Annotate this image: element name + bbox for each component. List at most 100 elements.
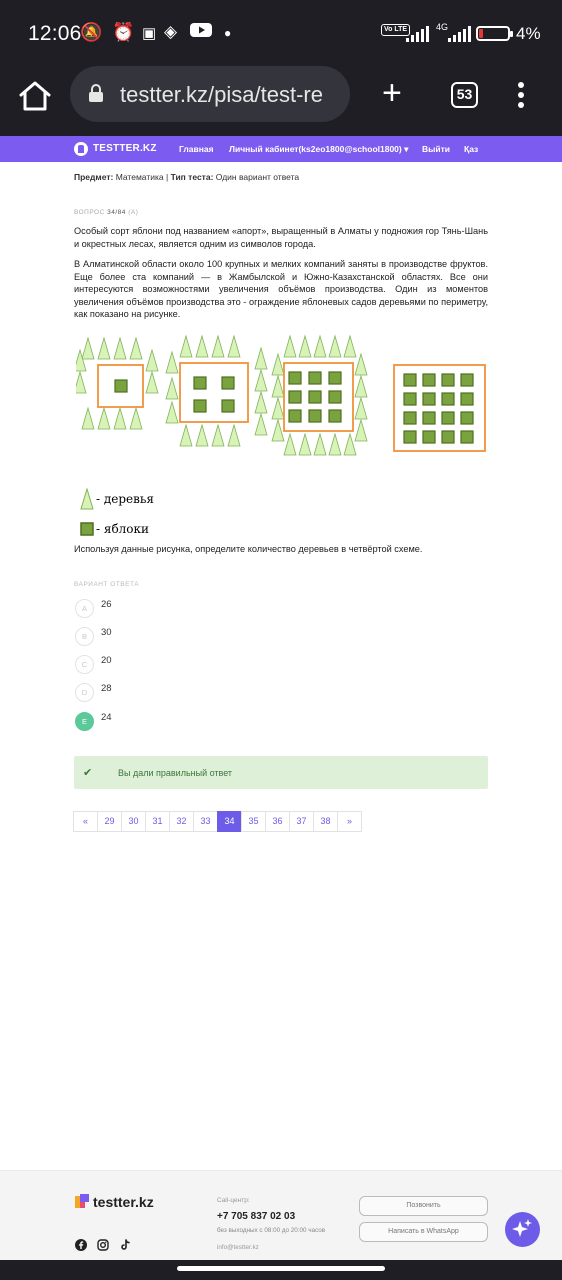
lock-icon (89, 84, 103, 102)
tree-icon (298, 334, 312, 358)
site-brand[interactable]: TESTTER.KZ (93, 143, 157, 154)
tree-icon (179, 423, 193, 447)
tree-icon (271, 418, 285, 442)
callcenter-phone[interactable]: +7 705 837 02 03 (217, 1211, 295, 1222)
ai-assistant-button[interactable] (505, 1212, 540, 1247)
tree-icon (129, 336, 143, 360)
tree-icon (254, 368, 268, 392)
apple-icon (288, 390, 302, 404)
site-navbar: TESTTER.KZ Главная Личный кабинет(ks2eo1… (0, 136, 562, 162)
address-bar[interactable]: testter.kz/pisa/test-re (70, 66, 350, 122)
pagination: « 29 30 31 32 33 34 35 36 37 38 » (73, 811, 362, 832)
page-38[interactable]: 38 (313, 811, 338, 832)
page-37[interactable]: 37 (289, 811, 314, 832)
clock: 12:06 (28, 22, 82, 45)
page-prev[interactable]: « (73, 811, 98, 832)
web-page: TESTTER.KZ Главная Личный кабинет(ks2eo1… (0, 136, 562, 1260)
apple-icon (403, 392, 417, 406)
apple-icon (308, 390, 322, 404)
tree-icon (354, 374, 368, 398)
chevron-down-icon: ▾ (404, 144, 409, 154)
apple-icon (460, 373, 474, 387)
tree-icon (313, 432, 327, 456)
tab-switcher-button[interactable]: 53 (451, 82, 478, 108)
option-a[interactable]: A 26 (75, 599, 275, 619)
apple-icon (441, 392, 455, 406)
tree-icon (283, 334, 297, 358)
tree-icon (195, 334, 209, 358)
nav-link-cabinet[interactable]: Личный кабинет(ks2eo1800@school1800) ▾ (229, 144, 408, 155)
tree-icon (271, 352, 285, 376)
option-value: 20 (101, 655, 112, 666)
nav-link-logout[interactable]: Выйти (422, 144, 450, 154)
tree-icon (195, 423, 209, 447)
page-30[interactable]: 30 (121, 811, 146, 832)
tree-icon (97, 336, 111, 360)
apple-icon (441, 430, 455, 444)
home-indicator[interactable] (177, 1266, 385, 1271)
apple-icon (308, 371, 322, 385)
apple-icon (422, 392, 436, 406)
apple-icon (80, 522, 94, 536)
status-bar: 12:06 🔕 ⏰ ▣ ◈ ● Vo LTE 4G 4% (0, 0, 562, 66)
sparkle-icon (512, 1219, 532, 1237)
tree-icon (145, 348, 159, 372)
instagram-icon[interactable] (97, 1239, 109, 1251)
option-radio[interactable]: A (75, 599, 94, 618)
option-radio[interactable]: D (75, 683, 94, 702)
tree-icon (113, 336, 127, 360)
options-title: ВАРИАНТ ОТВЕТА (74, 581, 140, 588)
apple-icon (422, 430, 436, 444)
tree-icon (343, 432, 357, 456)
page-29[interactable]: 29 (97, 811, 122, 832)
question-paragraph-2: В Алматинской области около 100 крупных … (74, 259, 488, 320)
tiktok-icon[interactable] (119, 1239, 131, 1251)
whatsapp-button[interactable]: Написать в WhatsApp (359, 1222, 488, 1242)
facebook-icon[interactable] (75, 1239, 87, 1251)
tree-icon (81, 336, 95, 360)
page-33[interactable]: 33 (193, 811, 218, 832)
call-button[interactable]: Позвонить (359, 1196, 488, 1216)
page-31[interactable]: 31 (145, 811, 170, 832)
footer-logo-icon (75, 1194, 89, 1208)
option-c[interactable]: C 20 (75, 655, 275, 675)
option-radio[interactable]: B (75, 627, 94, 646)
mute-icon: 🔕 (80, 22, 103, 42)
page-36[interactable]: 36 (265, 811, 290, 832)
browser-toolbar: testter.kz/pisa/test-re + 53 (0, 66, 562, 136)
more-menu-icon[interactable] (518, 82, 526, 110)
page-34-current[interactable]: 34 (217, 811, 242, 832)
home-icon[interactable] (18, 80, 52, 112)
site-logo-icon[interactable] (74, 142, 88, 156)
page-next[interactable]: » (337, 811, 362, 832)
orchard-frame (179, 362, 249, 423)
apple-icon (193, 376, 207, 390)
apple-icon (460, 392, 474, 406)
tree-icon (179, 334, 193, 358)
tree-icon (354, 418, 368, 442)
option-b[interactable]: B 30 (75, 627, 275, 647)
page-32[interactable]: 32 (169, 811, 194, 832)
apple-icon (328, 390, 342, 404)
option-d[interactable]: D 28 (75, 683, 275, 703)
apple-icon (308, 409, 322, 423)
apple-icon (328, 371, 342, 385)
tree-icon (313, 334, 327, 358)
tree-icon (343, 334, 357, 358)
signal-icon-2 (448, 26, 471, 42)
signal-icon (406, 26, 429, 42)
option-radio-selected[interactable]: E (75, 712, 94, 731)
question-prompt: Используя данные рисунка, определите кол… (74, 544, 423, 554)
tree-icon (211, 334, 225, 358)
page-35[interactable]: 35 (241, 811, 266, 832)
tree-icon (211, 423, 225, 447)
option-radio[interactable]: C (75, 655, 94, 674)
tree-icon (271, 374, 285, 398)
footer-brand[interactable]: testter.kz (93, 1194, 154, 1210)
footer-email[interactable]: info@testter.kz (217, 1244, 259, 1251)
new-tab-icon[interactable]: + (382, 76, 402, 110)
nav-link-home[interactable]: Главная (179, 144, 214, 154)
network-type: 4G (436, 22, 449, 32)
option-e[interactable]: E 24 (75, 712, 275, 732)
nav-link-lang[interactable]: Қаз (464, 144, 478, 154)
